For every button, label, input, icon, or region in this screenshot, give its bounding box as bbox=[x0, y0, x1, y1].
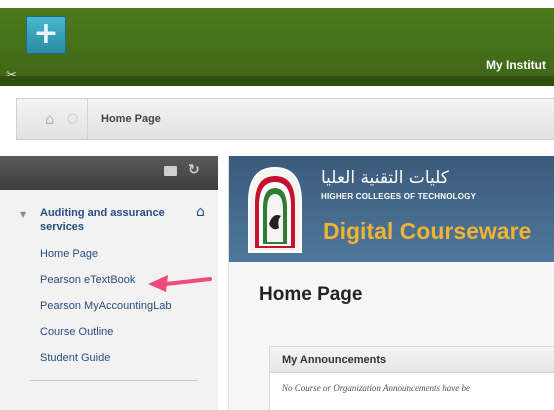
hct-emblem-icon bbox=[248, 166, 302, 253]
add-tool-button[interactable]: + bbox=[26, 16, 66, 54]
hct-english-name: HIGHER COLLEGES OF TECHNOLOGY bbox=[321, 192, 477, 201]
digital-courseware-title: Digital Courseware bbox=[323, 218, 532, 244]
course-home-icon[interactable]: ⌂ bbox=[196, 204, 205, 220]
menu-item-pearson-myaccountinglab[interactable]: Pearson MyAccountingLab bbox=[40, 300, 171, 312]
menu-item-pearson-etextbook[interactable]: Pearson eTextBook bbox=[40, 274, 135, 286]
announcements-title: My Announcements bbox=[282, 354, 387, 366]
breadcrumb: ⌂ ○ Home Page bbox=[16, 98, 554, 140]
menu-item-course-outline[interactable]: Course Outline bbox=[40, 326, 113, 338]
menu-item-student-guide[interactable]: Student Guide bbox=[40, 352, 110, 364]
top-header: + ✂ My Institut bbox=[0, 8, 554, 86]
pointer-arrow-icon bbox=[148, 275, 212, 292]
menu-item-home-page[interactable]: Home Page bbox=[40, 248, 98, 260]
breadcrumb-separator-icon: ○ bbox=[67, 111, 79, 126]
course-menu-header: ↻ bbox=[0, 156, 218, 190]
collapse-caret-icon[interactable]: ▼ bbox=[20, 210, 26, 219]
header-shadow bbox=[0, 76, 554, 86]
menu-divider bbox=[30, 380, 198, 381]
announcements-empty-message: No Course or Organization Announcements … bbox=[282, 383, 470, 393]
refresh-icon[interactable]: ↻ bbox=[188, 162, 200, 178]
announcements-module: My Announcements No Course or Organizati… bbox=[269, 346, 554, 410]
my-institution-tab[interactable]: My Institut bbox=[486, 58, 546, 72]
home-icon[interactable]: ⌂ bbox=[45, 110, 55, 128]
announcements-header: My Announcements bbox=[270, 347, 554, 373]
hct-arabic-name: كليات التقنية العليا bbox=[321, 168, 449, 188]
breadcrumb-divider bbox=[87, 99, 88, 139]
course-title-link[interactable]: Auditing and assurance services bbox=[40, 206, 190, 234]
menu-display-icon[interactable] bbox=[164, 166, 177, 176]
course-banner: كليات التقنية العليا HIGHER COLLEGES OF … bbox=[229, 156, 554, 262]
course-menu: ▼ Auditing and assurance services ⌂ Home… bbox=[0, 190, 218, 410]
page-title: Home Page bbox=[259, 284, 363, 305]
main-content: كليات التقنية العليا HIGHER COLLEGES OF … bbox=[228, 156, 554, 410]
breadcrumb-current: Home Page bbox=[101, 113, 161, 125]
